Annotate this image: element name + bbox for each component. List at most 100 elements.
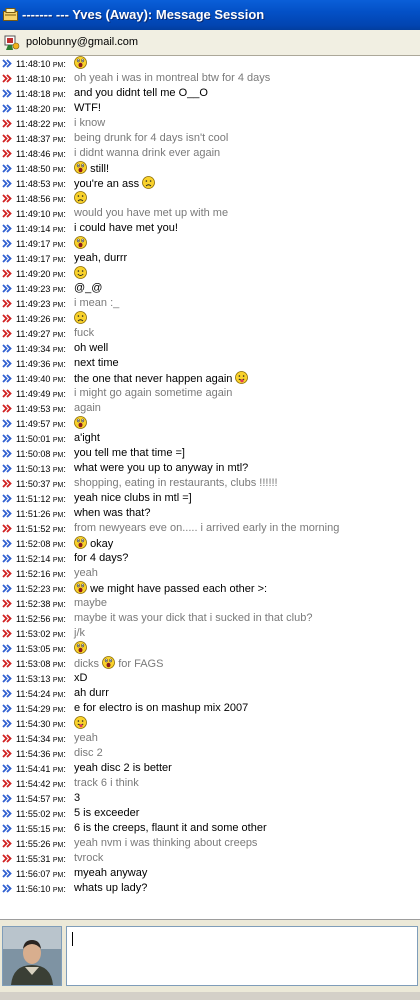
smile-emoticon-icon xyxy=(74,266,87,279)
timestamp-time: 11:56:10 xyxy=(16,884,51,894)
timestamp-ampm: PM xyxy=(52,842,64,849)
message-text: would you have met up with me xyxy=(74,206,228,221)
message-body: yeah nice clubs in mtl =] xyxy=(74,492,192,504)
message-row: 11:54:57 PM: 3 xyxy=(0,791,420,806)
timestamp-time: 11:54:36 xyxy=(16,749,51,759)
timestamp-time: 11:52:23 xyxy=(16,584,51,594)
outgoing-arrow-icon xyxy=(2,104,12,113)
message-timestamp: 11:49:23 PM: xyxy=(16,299,66,309)
message-text: dicks for FAGS xyxy=(74,656,163,672)
outgoing-arrow-icon xyxy=(2,494,12,503)
message-timestamp: 11:51:26 PM: xyxy=(16,509,66,519)
message-row: 11:52:16 PM: yeah xyxy=(0,566,420,581)
avatar[interactable] xyxy=(2,926,62,986)
message-timestamp: 11:50:13 PM: xyxy=(16,464,66,474)
message-text: next time xyxy=(74,356,119,371)
timestamp-time: 11:48:46 xyxy=(16,149,51,159)
timestamp-ampm: PM xyxy=(52,122,64,129)
message-body: i didnt wanna drink ever again xyxy=(74,147,221,159)
message-text: @_@ xyxy=(74,281,102,296)
message-row: 11:48:10 PM: oh yeah i was in montreal bt… xyxy=(0,71,420,86)
timestamp-time: 11:49:23 xyxy=(16,299,51,309)
message-text: 6 is the creeps, flaunt it and some othe… xyxy=(74,821,267,836)
timestamp-time: 11:49:23 xyxy=(16,284,51,294)
message-text: maybe it was your dick that i sucked in … xyxy=(74,611,312,626)
message-body: from newyears eve on..... i arrived earl… xyxy=(74,522,340,534)
timestamp-time: 11:49:53 xyxy=(16,404,51,414)
message-row: 11:49:57 PM: xyxy=(0,416,420,431)
message-input[interactable] xyxy=(66,926,418,986)
title-bar[interactable]: ------- --- Yves (Away): Message Session xyxy=(0,0,420,30)
timestamp-time: 11:48:37 xyxy=(16,134,51,144)
incoming-arrow-icon xyxy=(2,149,12,158)
message-body: again xyxy=(74,402,101,414)
timestamp-ampm: PM xyxy=(52,302,64,309)
timestamp-ampm: PM xyxy=(52,167,64,174)
message-timestamp: 11:48:56 PM: xyxy=(16,194,66,204)
timestamp-ampm: PM xyxy=(52,662,64,669)
timestamp-time: 11:49:10 xyxy=(16,209,51,219)
timestamp-time: 11:48:22 xyxy=(16,119,51,129)
outgoing-arrow-icon xyxy=(2,674,12,683)
message-timestamp: 11:52:23 PM: xyxy=(16,584,66,594)
message-row: 11:52:23 PM: we might have passed each o… xyxy=(0,581,420,596)
timestamp-ampm: PM xyxy=(52,737,64,744)
message-row: 11:48:37 PM: being drunk for 4 days isn't… xyxy=(0,131,420,146)
incoming-arrow-icon xyxy=(2,599,12,608)
message-row: 11:55:02 PM: 5 is exceeder xyxy=(0,806,420,821)
message-row: 11:54:42 PM: track 6 i think xyxy=(0,776,420,791)
incoming-arrow-icon xyxy=(2,854,12,863)
incoming-arrow-icon xyxy=(2,659,12,668)
timestamp-time: 11:52:38 xyxy=(16,599,51,609)
outgoing-arrow-icon xyxy=(2,434,12,443)
message-body: would you have met up with me xyxy=(74,207,229,219)
message-timestamp: 11:50:01 PM: xyxy=(16,434,66,444)
timestamp-ampm: PM xyxy=(52,707,64,714)
incoming-arrow-icon xyxy=(2,74,12,83)
timestamp-time: 11:48:18 xyxy=(16,89,51,99)
message-body: you tell me that time =] xyxy=(74,447,185,459)
outgoing-arrow-icon xyxy=(2,59,12,68)
message-text: yeah xyxy=(74,566,98,581)
message-row: 11:49:27 PM: fuck xyxy=(0,326,420,341)
timestamp-ampm: PM xyxy=(52,857,64,864)
timestamp-time: 11:52:16 xyxy=(16,569,51,579)
message-text: myeah anyway xyxy=(74,866,147,881)
timestamp-time: 11:49:36 xyxy=(16,359,51,369)
outgoing-arrow-icon xyxy=(2,764,12,773)
avatar-picture xyxy=(3,927,61,985)
message-text: when was that? xyxy=(74,506,150,521)
message-body: j/k xyxy=(74,627,85,639)
timestamp-ampm: PM xyxy=(52,752,64,759)
message-row: 11:54:24 PM: ah durr xyxy=(0,686,420,701)
message-body: i might go again sometime again xyxy=(74,387,233,399)
message-row: 11:49:23 PM: @_@ xyxy=(0,281,420,296)
message-text: disc 2 xyxy=(74,746,103,761)
text-caret xyxy=(72,932,73,946)
outgoing-arrow-icon xyxy=(2,344,12,353)
outgoing-arrow-icon xyxy=(2,179,12,188)
message-row: 11:49:10 PM: would you have met up with m… xyxy=(0,206,420,221)
message-timestamp: 11:55:02 PM: xyxy=(16,809,66,819)
message-body: a'ight xyxy=(74,432,100,444)
timestamp-time: 11:53:08 xyxy=(16,659,51,669)
outgoing-arrow-icon xyxy=(2,794,12,803)
message-body: shopping, eating in restaurants, clubs !… xyxy=(74,477,278,489)
message-timestamp: 11:48:37 PM: xyxy=(16,134,66,144)
message-row: 11:48:22 PM: i know xyxy=(0,116,420,131)
timestamp-ampm: PM xyxy=(52,677,64,684)
message-body: yeah, durrr xyxy=(74,252,128,264)
message-timestamp: 11:49:36 PM: xyxy=(16,359,66,369)
message-timestamp: 11:49:57 PM: xyxy=(16,419,66,429)
shocked-emoticon-icon xyxy=(74,581,87,594)
message-body: myeah anyway xyxy=(74,867,148,879)
outgoing-arrow-icon xyxy=(2,89,12,98)
message-row: 11:54:36 PM: disc 2 xyxy=(0,746,420,761)
message-text: 3 xyxy=(74,791,80,806)
conversation-log[interactable]: 11:48:10 PM: 11:48:10 PM: oh yeah i was in… xyxy=(0,56,420,920)
message-body: 3 xyxy=(74,792,81,804)
message-row: 11:48:53 PM: you're an ass xyxy=(0,176,420,191)
message-text: i know xyxy=(74,116,105,131)
message-text: whats up lady? xyxy=(74,881,147,896)
shocked-emoticon-icon xyxy=(74,56,87,69)
